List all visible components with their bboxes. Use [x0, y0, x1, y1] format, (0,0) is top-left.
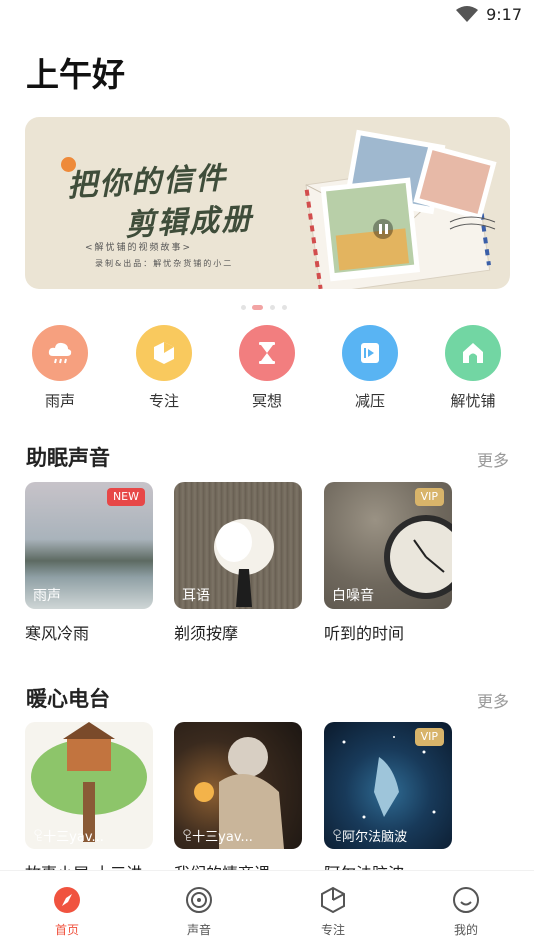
- tab-home[interactable]: 首页: [27, 871, 107, 949]
- category-shop[interactable]: 解忧铺: [438, 325, 508, 415]
- card-tag: 白噪音: [332, 588, 374, 604]
- section-title-sleep: 助眠声音: [26, 446, 110, 470]
- pocket-watch-illustration: [384, 515, 452, 599]
- tab-sounds[interactable]: 声音: [159, 871, 239, 949]
- card-author: ꄗ阿尔法脑波: [332, 826, 407, 845]
- rain-cloud-icon: [32, 325, 88, 381]
- user-icon: ꄗ: [332, 830, 343, 845]
- card-thumbnail: ꄗ十三yav...: [174, 722, 302, 849]
- tab-label: 专注: [320, 923, 345, 937]
- status-bar: 9:17: [0, 0, 534, 30]
- status-time: 9:17: [486, 5, 522, 24]
- category-rain[interactable]: 雨声: [25, 325, 95, 415]
- radio-card[interactable]: ꄗ十三yav... 故事小屋 十三讲: [25, 722, 153, 878]
- card-thumbnail: VIP ꄗ阿尔法脑波: [324, 722, 452, 849]
- tab-label: 我的: [453, 923, 478, 937]
- category-label: 冥想: [251, 392, 282, 410]
- video-icon: [342, 325, 398, 381]
- sound-card[interactable]: NEW 雨声 寒风冷雨: [25, 482, 153, 644]
- section-title-radio: 暖心电台: [26, 687, 110, 711]
- smile-icon: [453, 887, 479, 913]
- radio-card[interactable]: ꄗ十三yav... 我们的情商课: [174, 722, 302, 878]
- home-icon: [445, 325, 501, 381]
- pager-dot: [270, 305, 275, 310]
- wifi-icon: [456, 6, 478, 22]
- card-author: ꄗ十三yav...: [33, 826, 104, 845]
- category-relax[interactable]: 减压: [335, 325, 405, 415]
- category-label: 减压: [354, 392, 385, 410]
- tab-focus[interactable]: 专注: [293, 871, 373, 949]
- badge-vip: VIP: [414, 728, 444, 746]
- disc-icon: [186, 887, 212, 913]
- sound-card[interactable]: VIP 白噪音 听到的时间: [324, 482, 452, 644]
- compass-icon: [54, 887, 80, 913]
- card-thumbnail: VIP 白噪音: [324, 482, 452, 609]
- card-thumbnail: NEW 雨声: [25, 482, 153, 609]
- category-focus[interactable]: 专注: [129, 325, 199, 415]
- card-title: 寒风冷雨: [25, 624, 90, 643]
- user-icon: ꄗ: [182, 830, 193, 845]
- radio-card[interactable]: VIP ꄗ阿尔法脑波 阿尔法脑波: [324, 722, 452, 878]
- hexagon-icon: [321, 886, 345, 914]
- card-tag: 雨声: [33, 588, 61, 604]
- category-label: 雨声: [44, 392, 75, 410]
- tab-label: 首页: [54, 923, 79, 937]
- card-thumbnail: ꄗ十三yav...: [25, 722, 153, 849]
- card-title: 剃须按摩: [174, 624, 239, 643]
- card-author-name: 阿尔法脑波: [342, 830, 408, 845]
- tab-label: 声音: [186, 923, 211, 937]
- badge-new: NEW: [106, 488, 145, 506]
- category-meditate[interactable]: 冥想: [232, 325, 302, 415]
- banner-headline-2: 剪辑成册: [124, 201, 255, 244]
- category-row: 雨声 专注 冥想 减压 解忧铺: [0, 325, 534, 415]
- user-icon: ꄗ: [33, 830, 44, 845]
- card-author-name: 十三yav...: [43, 830, 104, 845]
- card-author-name: 十三yav...: [192, 830, 253, 845]
- pager-dot: [241, 305, 246, 310]
- card-title: 听到的时间: [324, 624, 405, 643]
- promo-banner[interactable]: 把你的信件 剪辑成册 <解忧铺的视频故事> 录制&出品：解忧杂货铺的小二: [25, 117, 510, 289]
- card-thumbnail: 耳语: [174, 482, 302, 609]
- more-link-sleep[interactable]: 更多: [477, 447, 509, 471]
- category-label: 解忧铺: [450, 392, 496, 410]
- pager-dot-active: [252, 305, 263, 310]
- bottom-tab-bar: 首页 声音 专注 我的: [0, 870, 534, 949]
- tab-profile[interactable]: 我的: [426, 871, 506, 949]
- card-tag: 耳语: [182, 588, 210, 604]
- banner-credit: 录制&出品：解忧杂货铺的小二: [95, 259, 234, 268]
- category-label: 专注: [148, 392, 179, 410]
- more-link-radio[interactable]: 更多: [477, 688, 509, 712]
- focus-icon: [136, 325, 192, 381]
- pager-dot: [282, 305, 287, 310]
- card-author: ꄗ十三yav...: [182, 826, 253, 845]
- banner-pager: [0, 304, 534, 312]
- hourglass-icon: [239, 325, 295, 381]
- greeting-title: 上午好: [26, 55, 125, 94]
- banner-subtitle: <解忧铺的视频故事>: [85, 243, 193, 253]
- badge-vip: VIP: [414, 488, 444, 506]
- banner-envelope-illustration: [304, 129, 497, 289]
- sound-card[interactable]: 耳语 剃须按摩: [174, 482, 302, 644]
